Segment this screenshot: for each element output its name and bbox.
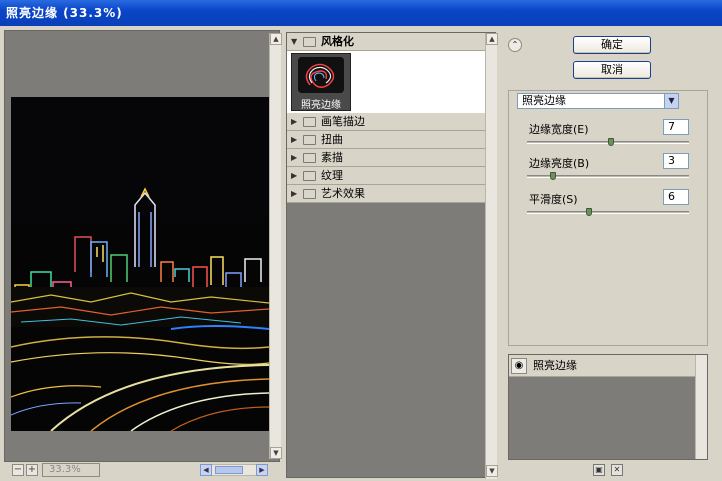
category-label: 扭曲 [321,133,343,146]
filter-category-brush-strokes[interactable]: ▶ 画笔描边 [287,113,485,131]
category-label: 风格化 [321,35,354,48]
preview-horizontal-scrollbar[interactable]: ◀ ▶ [200,464,268,476]
scroll-up-arrow-icon[interactable]: ▲ [486,33,498,45]
folder-open-icon [303,37,316,47]
folder-icon [303,135,316,145]
city-night-edges-image [11,97,269,431]
filter-thumbnail-glowing-edges[interactable]: 照亮边缘 [291,53,351,111]
edge-width-input[interactable]: 7 [663,119,689,135]
collapsed-triangle-icon[interactable]: ▶ [291,167,297,185]
eye-icon[interactable]: ◉ [511,358,527,374]
folder-icon [303,189,316,199]
filter-select-value: 照亮边缘 [522,94,566,107]
collapsed-triangle-icon[interactable]: ▶ [291,149,297,167]
layers-vertical-scrollbar[interactable] [695,355,707,459]
slider-knob[interactable] [608,138,614,146]
filter-category-artistic[interactable]: ▶ 艺术效果 [287,185,485,203]
zoom-in-button[interactable]: + [26,464,38,476]
slider-knob[interactable] [550,172,556,180]
delete-effect-layer-icon[interactable]: ✕ [611,464,623,476]
filter-category-texture[interactable]: ▶ 纹理 [287,167,485,185]
folder-icon [303,117,316,127]
filter-category-stylize[interactable]: ▼ 风格化 [287,33,485,51]
effect-layer-name: 照亮边缘 [533,359,577,372]
zoom-level-select[interactable]: 33.3% [42,463,100,477]
collapsed-triangle-icon[interactable]: ▶ [291,113,297,131]
edge-brightness-input[interactable]: 3 [663,153,689,169]
slider-knob[interactable] [586,208,592,216]
preview-vertical-scrollbar[interactable]: ▲ ▼ [269,33,282,459]
zoom-bar: − + 33.3% ◀ ▶ [4,462,280,478]
folder-icon [303,171,316,181]
smoothness-label: 平滑度(S) [529,193,578,206]
scroll-left-arrow-icon[interactable]: ◀ [200,464,212,476]
filter-select[interactable]: 照亮边缘 ▼ [517,93,679,109]
filter-settings-panel: 照亮边缘 ▼ 边缘宽度(E) 7 边缘亮度(B) 3 平滑度(S) 6 [508,90,708,346]
cancel-button[interactable]: 取消 [573,61,651,79]
scroll-up-arrow-icon[interactable]: ▲ [270,33,282,45]
scroll-down-arrow-icon[interactable]: ▼ [486,465,498,477]
edge-brightness-label: 边缘亮度(B) [529,157,590,170]
smoothness-slider[interactable] [527,208,689,216]
collapse-gallery-button[interactable]: ⌃ [508,38,522,52]
category-label: 纹理 [321,169,343,182]
preview-pane[interactable]: ▲ ▼ [4,30,282,462]
smoothness-input[interactable]: 6 [663,189,689,205]
effect-layers-panel: ◉ 照亮边缘 [508,354,708,460]
collapsed-triangle-icon[interactable]: ▶ [291,131,297,149]
filter-thumbnails: 照亮边缘 [287,51,485,113]
category-label: 艺术效果 [321,187,365,200]
chevron-down-icon[interactable]: ▼ [664,94,678,108]
folder-icon [303,153,316,163]
filter-tree-panel: ▼ 风格化 照亮边缘 ▶ 画笔描边 ▶ 扭曲 ▶ 素描 ▶ 纹理 ▶ 艺术效果 … [286,32,498,479]
filter-category-distort[interactable]: ▶ 扭曲 [287,131,485,149]
new-effect-layer-icon[interactable]: ▣ [593,464,605,476]
scroll-thumb[interactable] [215,466,243,474]
tree-vertical-scrollbar[interactable]: ▲ ▼ [485,33,498,479]
scroll-right-arrow-icon[interactable]: ▶ [256,464,268,476]
filter-category-sketch[interactable]: ▶ 素描 [287,149,485,167]
window-title: 照亮边缘 (33.3%) [0,0,722,26]
edge-width-slider[interactable] [527,138,689,146]
glowing-edges-thumbnail-image [298,57,344,93]
effect-layer-row[interactable]: ◉ 照亮边缘 [509,355,695,377]
expanded-triangle-icon[interactable]: ▼ [291,33,297,51]
category-label: 素描 [321,151,343,164]
edge-brightness-slider[interactable] [527,172,689,180]
ok-button[interactable]: 确定 [573,36,651,54]
zoom-out-button[interactable]: − [12,464,24,476]
double-chevron-up-icon: ⌃ [511,40,519,49]
scroll-down-arrow-icon[interactable]: ▼ [270,447,282,459]
filter-gallery-window: 照亮边缘 (33.3%) ▲ ▼ − + 33.3% ◀ ▶ ▼ 风格化 照亮边… [0,0,722,481]
thumbnail-caption: 照亮边缘 [301,100,341,111]
preview-image[interactable] [11,97,269,431]
category-label: 画笔描边 [321,115,365,128]
collapsed-triangle-icon[interactable]: ▶ [291,185,297,203]
edge-width-label: 边缘宽度(E) [529,123,589,136]
